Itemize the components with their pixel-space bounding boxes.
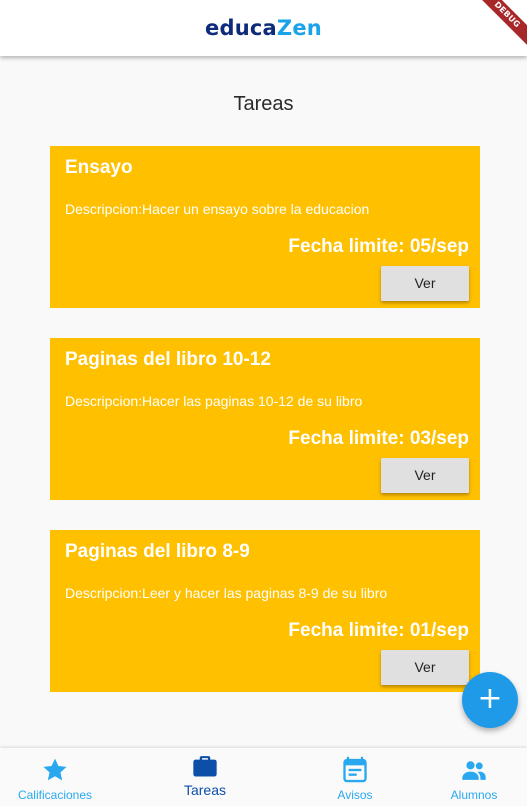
view-task-button[interactable]: Ver [381,458,469,493]
briefcase-icon [193,756,217,777]
task-deadline: Fecha limite: 01/sep [288,620,469,641]
task-title: Paginas del libro 8-9 [65,541,250,562]
app-logo: educaZen [0,14,527,42]
page-title: Tareas [233,93,294,115]
nav-item-tareas[interactable]: Tareas [150,748,260,806]
logo-text-zen: Zen [276,16,322,40]
task-card: Ensayo Descripcion:Hacer un ensayo sobre… [50,146,480,308]
nav-label-avisos: Avisos [337,788,373,802]
task-card: Paginas del libro 8-9 Descripcion:Leer y… [50,530,480,692]
task-title: Ensayo [65,157,133,178]
nav-label-calificaciones: Calificaciones [17,788,93,802]
nav-item-alumnos[interactable]: Alumnos [419,748,527,806]
task-description: Descripcion:Hacer un ensayo sobre la edu… [65,201,370,217]
task-description: Descripcion:Leer y hacer las paginas 8-9… [65,585,388,601]
task-title: Paginas del libro 10-12 [65,349,271,370]
calendar-icon [343,756,367,783]
star-icon [43,758,67,781]
nav-item-avisos[interactable]: Avisos [300,748,410,806]
people-icon [462,761,486,780]
bottom-navigation: Calificaciones Tareas Avisos Alumnos [0,748,527,806]
task-deadline: Fecha limite: 05/sep [288,236,469,257]
view-task-button[interactable]: Ver [381,650,469,685]
add-task-button[interactable]: + [462,672,518,728]
task-description: Descripcion:Hacer las paginas 10-12 de s… [65,393,363,409]
task-card: Paginas del libro 10-12 Descripcion:Hace… [50,338,480,500]
view-task-button[interactable]: Ver [381,266,469,301]
logo-text-educa: educa [205,16,277,40]
nav-label-tareas: Tareas [183,782,227,798]
nav-label-alumnos: Alumnos [450,788,498,802]
app-bar: educaZen [0,0,527,56]
task-deadline: Fecha limite: 03/sep [288,428,469,449]
nav-item-calificaciones[interactable]: Calificaciones [0,748,110,806]
